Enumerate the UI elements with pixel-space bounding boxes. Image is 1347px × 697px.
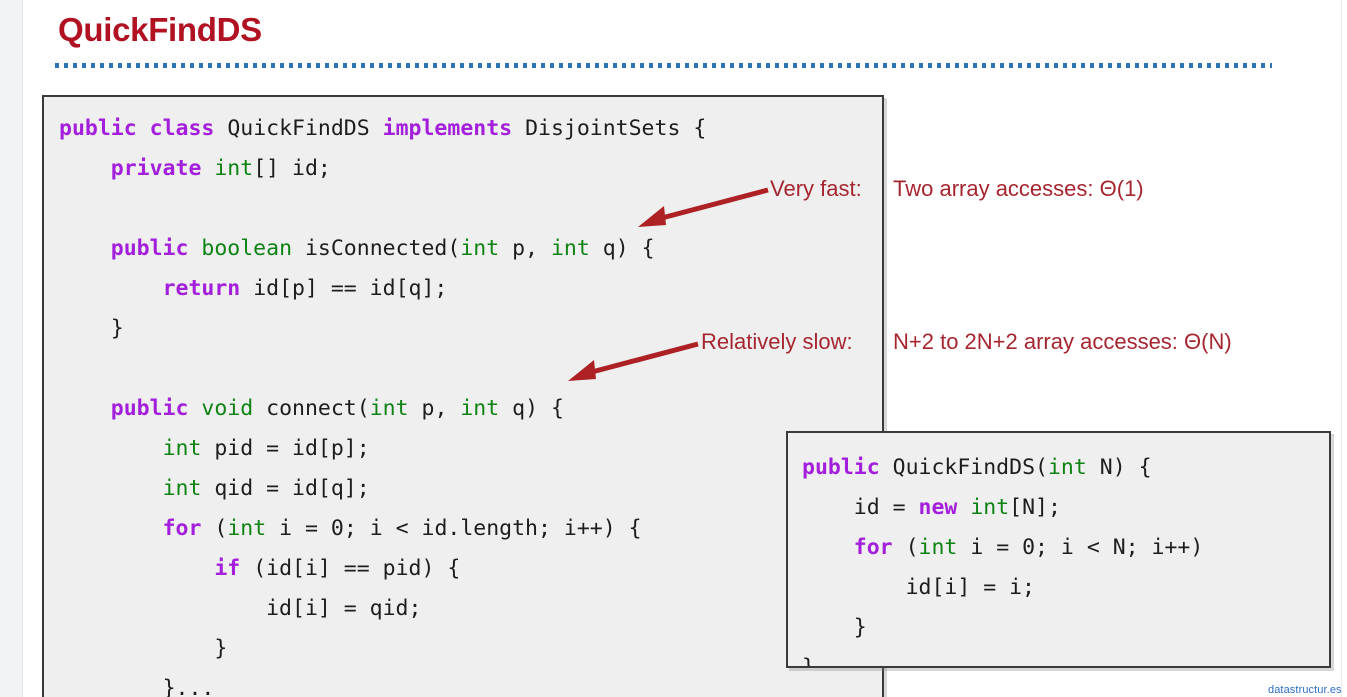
site-watermark: datastructur.es [1268, 684, 1342, 696]
left-margin-rule [22, 0, 23, 697]
constructor-code-text: public QuickFindDS(int N) { id = new int… [802, 455, 1204, 668]
right-margin-rule [1341, 0, 1342, 697]
slide-root: QuickFindDS public class QuickFindDS imp… [0, 0, 1347, 697]
annotation-label-relatively-slow: Relatively slow: [701, 329, 853, 354]
annotation-text-relatively-slow: N+2 to 2N+2 array accesses: Θ(N) [893, 329, 1232, 354]
annotation-arrow-connect [568, 341, 699, 381]
constructor-code-block: public QuickFindDS(int N) { id = new int… [786, 431, 1331, 668]
left-margin-strip [0, 0, 22, 697]
title-dotted-rule [55, 63, 1272, 68]
page-title: QuickFindDS [58, 11, 262, 48]
annotation-arrow-isconnected [638, 187, 769, 227]
annotation-label-very-fast: Very fast: [770, 176, 862, 201]
annotation-text-very-fast: Two array accesses: Θ(1) [893, 176, 1144, 201]
